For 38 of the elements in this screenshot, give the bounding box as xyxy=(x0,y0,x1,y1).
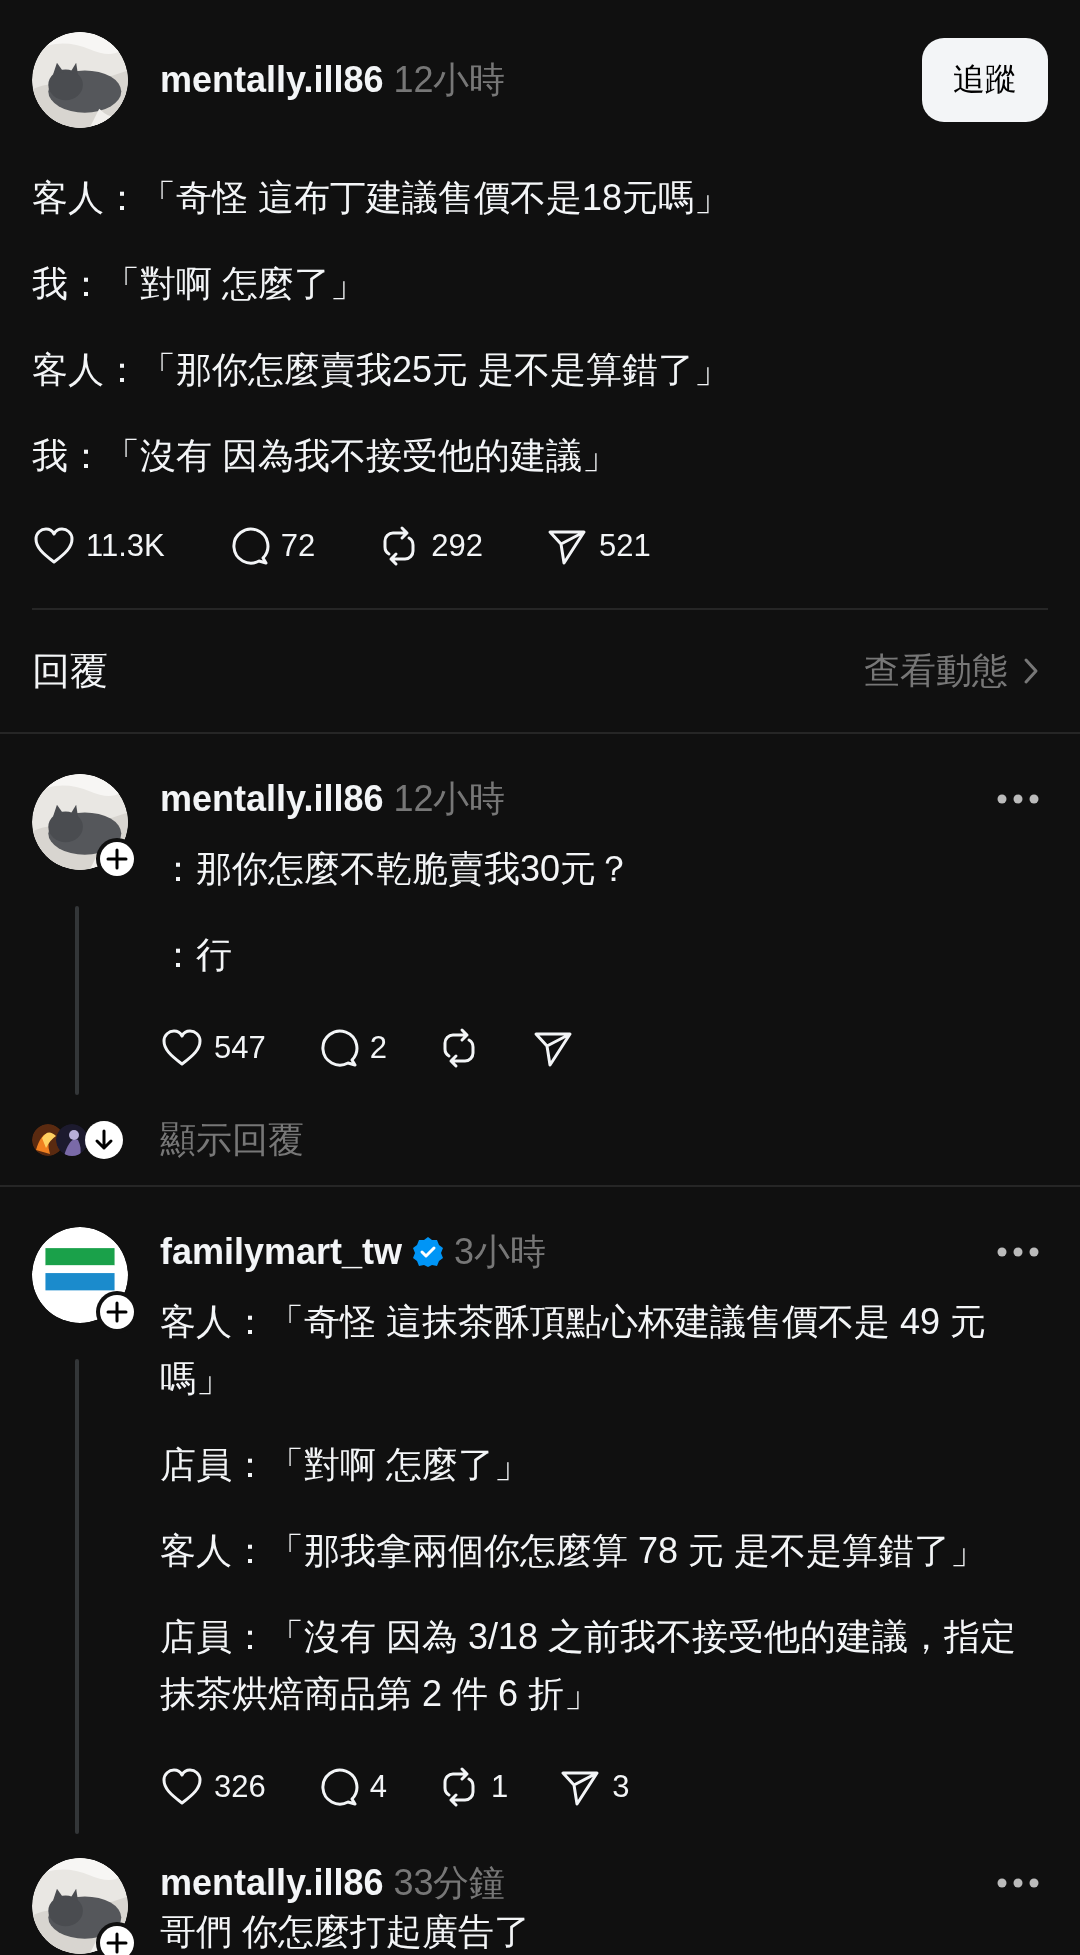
replies-title: 回覆 xyxy=(32,648,108,694)
post-text: 客人：「奇怪 這布丁建議售價不是18元嗎」 xyxy=(32,176,732,220)
comment-count: 72 xyxy=(280,528,316,564)
post-time: 3小時 xyxy=(454,1229,547,1274)
reply-text: 客人：「奇怪 這抹茶酥頂點心杯建議售價不是 49 元嗎」 xyxy=(160,1300,988,1401)
like-count: 326 xyxy=(214,1769,266,1805)
chevron-icon[interactable] xyxy=(1022,656,1040,686)
reply-text: ：那你怎麼不乾脆賣我30元？ xyxy=(160,847,634,891)
share-count: 3 xyxy=(612,1769,630,1805)
share-count: 521 xyxy=(598,528,651,564)
show-replies-link[interactable]: 顯示回覆 xyxy=(160,1115,304,1165)
post-text: 我：「沒有 因為我不接受他的建議」 xyxy=(32,434,619,478)
post-time: 33分鐘 xyxy=(393,1860,506,1905)
like-count: 11.3K xyxy=(86,528,165,564)
follow-button[interactable]: 追蹤 xyxy=(922,38,1048,122)
reply-text: 哥們 你怎麼打起廣告了 xyxy=(160,1910,531,1954)
comment-count: 4 xyxy=(369,1769,387,1805)
reply-text: ：行 xyxy=(160,933,233,977)
username[interactable]: mentally.ill86 xyxy=(160,1862,384,1904)
username[interactable]: familymart_tw xyxy=(160,1231,403,1273)
reply-text: 客人：「那我拿兩個你怎麼算 78 元 是不是算錯了」 xyxy=(160,1529,988,1573)
username[interactable]: mentally.ill86 xyxy=(160,778,384,820)
post-time: 12小時 xyxy=(393,57,506,102)
reply-text: 店員：「沒有 因為 3/18 之前我不接受他的建議，指定抹茶烘焙商品第 2 件 6 折」 xyxy=(160,1615,1018,1716)
username[interactable]: mentally.ill86 xyxy=(160,59,384,101)
repost-count: 292 xyxy=(431,528,483,564)
post-text: 客人：「那你怎麼賣我25元 是不是算錯了」 xyxy=(32,348,732,392)
view-activity-link[interactable]: 查看動態 xyxy=(864,646,1040,696)
post-time: 12小時 xyxy=(393,776,506,821)
repost-count: 1 xyxy=(491,1769,509,1805)
reply-text: 店員：「對啊 怎麼了」 xyxy=(160,1443,531,1487)
expand-replies-icon[interactable] xyxy=(84,1120,124,1160)
comment-count: 2 xyxy=(369,1030,387,1066)
like-count: 547 xyxy=(214,1030,266,1066)
post-text: 我：「對啊 怎麼了」 xyxy=(32,262,367,306)
more-icon[interactable] xyxy=(996,1877,1040,1889)
more-icon[interactable] xyxy=(996,793,1040,805)
more-icon[interactable] xyxy=(996,1246,1040,1258)
